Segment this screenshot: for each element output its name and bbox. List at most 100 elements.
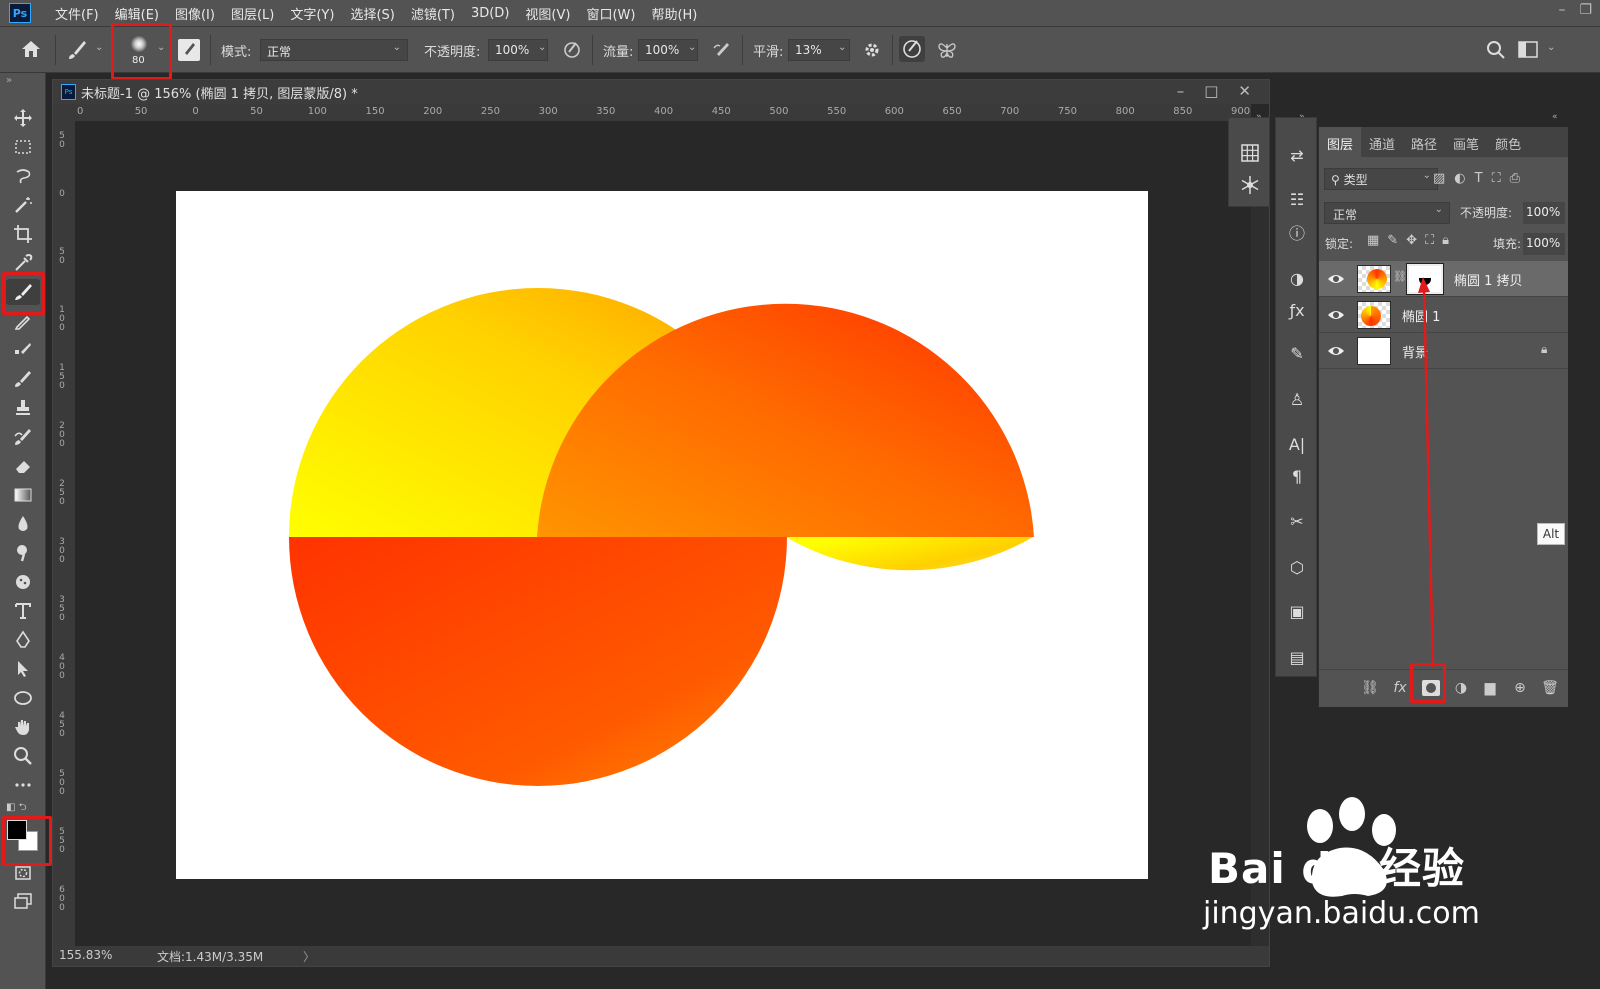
move-tool-icon[interactable] bbox=[6, 105, 40, 131]
tab-layers[interactable]: 图层 bbox=[1319, 127, 1362, 157]
dodge-tool-icon[interactable] bbox=[6, 540, 40, 566]
ellipse-tool-icon[interactable] bbox=[6, 685, 40, 711]
layer-opacity-input[interactable]: 100% bbox=[1523, 202, 1565, 224]
horizontal-ruler[interactable]: 0 50 0 50 100 150 200 250 300 350 400 450 500 550 600 6… bbox=[75, 104, 1251, 122]
timeline-icon[interactable]: ▣ bbox=[1284, 598, 1310, 624]
restore-icon[interactable]: ❐ bbox=[1579, 2, 1592, 18]
canvas-area[interactable] bbox=[75, 122, 1251, 946]
maximize-icon[interactable]: □ bbox=[1204, 82, 1218, 100]
vertical-scrollbar[interactable] bbox=[1251, 122, 1269, 946]
menu-edit[interactable]: 编辑(E) bbox=[107, 4, 167, 23]
pressure-size-icon[interactable] bbox=[899, 36, 925, 62]
chevron-down-icon[interactable]: ⌄ bbox=[95, 42, 103, 53]
search-icon[interactable] bbox=[1486, 40, 1506, 64]
chevron-down-icon[interactable]: ⌄ bbox=[157, 42, 165, 53]
zoom-tool-icon[interactable] bbox=[6, 743, 40, 769]
add-mask-icon[interactable] bbox=[1422, 680, 1440, 696]
clone-stamp-icon[interactable] bbox=[6, 337, 40, 363]
adjustment-layer-icon[interactable]: ◑ bbox=[1452, 680, 1470, 698]
gear-icon[interactable] bbox=[862, 40, 882, 64]
collapse-panel-icon[interactable]: « bbox=[1552, 112, 1558, 122]
menu-select[interactable]: 选择(S) bbox=[342, 4, 402, 23]
art-history-brush-icon[interactable] bbox=[6, 424, 40, 450]
history-icon[interactable]: ⇄ bbox=[1284, 142, 1310, 168]
adjustments-icon[interactable]: ◑ bbox=[1284, 265, 1310, 291]
paragraph-icon[interactable]: ¶ bbox=[1284, 463, 1310, 489]
eye-icon[interactable] bbox=[1327, 270, 1345, 288]
fill-input[interactable]: 100% bbox=[1523, 233, 1565, 255]
magic-wand-icon[interactable] bbox=[6, 192, 40, 218]
foreground-color-swatch-top[interactable] bbox=[7, 820, 27, 840]
airbrush-icon[interactable] bbox=[711, 40, 733, 64]
info-icon[interactable]: ⓘ bbox=[1284, 219, 1310, 245]
layer-name[interactable]: 椭圆 1 拷贝 bbox=[1454, 270, 1523, 289]
menu-image[interactable]: 图像(I) bbox=[167, 4, 223, 23]
lasso-tool-icon[interactable] bbox=[6, 163, 40, 189]
chevron-down-icon[interactable]: ⌄ bbox=[688, 42, 696, 53]
stamp-tool-icon[interactable] bbox=[6, 395, 40, 421]
tab-color[interactable]: 颜色 bbox=[1487, 127, 1529, 157]
mode-select[interactable]: 正常 ⌄ bbox=[260, 39, 408, 61]
eraser-tool-icon[interactable] bbox=[6, 453, 40, 479]
chevron-down-icon[interactable]: ⌄ bbox=[538, 42, 546, 53]
document-tab[interactable]: Ps 未标题-1 @ 156% (椭圆 1 拷贝, 图层蒙版/8) * – □ … bbox=[53, 80, 1269, 104]
layer-filter-select[interactable]: ⚲ 类型 ⌄ bbox=[1324, 168, 1438, 190]
folder-icon[interactable]: ▆ bbox=[1481, 680, 1499, 698]
chevron-right-icon[interactable]: 〉 bbox=[303, 948, 315, 965]
eye-icon[interactable] bbox=[1327, 306, 1345, 324]
brush-tool-preset-icon[interactable] bbox=[66, 39, 88, 65]
symmetry-butterfly-icon[interactable] bbox=[936, 40, 958, 64]
lock-icons[interactable]: ▦✎✥⛶🔒︎ bbox=[1367, 233, 1457, 248]
clone-source-icon[interactable]: ♙ bbox=[1284, 386, 1310, 412]
minimize-icon[interactable]: – bbox=[1177, 82, 1185, 100]
fx-icon[interactable]: fx bbox=[1391, 680, 1409, 698]
crop-tool-icon[interactable] bbox=[6, 221, 40, 247]
filter-icons[interactable]: ▨◐T⛶⎙ bbox=[1433, 171, 1529, 186]
vertical-ruler[interactable]: 5 0 0 5 0 1 0 0 1 5 0 2 0 0 2 5 0 3 0 0 3 5 0 4 0… bbox=[53, 122, 75, 946]
photoshop-logo[interactable]: Ps bbox=[9, 3, 31, 23]
tab-brushes[interactable]: 画笔 bbox=[1445, 127, 1487, 157]
expand-panel-icon[interactable]: » bbox=[6, 75, 12, 86]
snowflake-icon[interactable] bbox=[1237, 172, 1263, 198]
marquee-tool-icon[interactable] bbox=[6, 134, 40, 160]
layer-comps-icon[interactable]: ▤ bbox=[1284, 644, 1310, 670]
menu-filter[interactable]: 滤镜(T) bbox=[403, 4, 463, 23]
quick-mask-icon[interactable] bbox=[6, 860, 40, 886]
menu-3d[interactable]: 3D(D) bbox=[463, 6, 517, 21]
artboard[interactable] bbox=[176, 191, 1148, 879]
eyedropper-icon[interactable] bbox=[6, 250, 40, 276]
pen-tool-icon[interactable] bbox=[6, 627, 40, 653]
link-layers-icon[interactable]: ⛓ bbox=[1361, 680, 1379, 698]
character-icon[interactable]: A| bbox=[1284, 431, 1310, 457]
tab-paths[interactable]: 路径 bbox=[1403, 127, 1445, 157]
chevron-down-icon[interactable]: ⌄ bbox=[1547, 42, 1555, 53]
screen-mode-icon[interactable] bbox=[6, 888, 40, 914]
menu-layer[interactable]: 图层(L) bbox=[223, 4, 282, 23]
pressure-opacity-icon[interactable] bbox=[562, 40, 582, 64]
properties-icon[interactable]: ☷ bbox=[1284, 186, 1310, 212]
menu-window[interactable]: 窗口(W) bbox=[578, 4, 643, 23]
home-icon[interactable] bbox=[20, 39, 42, 63]
grid-icon[interactable] bbox=[1237, 140, 1263, 166]
path-selection-icon[interactable] bbox=[6, 656, 40, 682]
eye-icon[interactable] bbox=[1327, 342, 1345, 360]
trash-icon[interactable]: 🗑︎ bbox=[1541, 680, 1559, 698]
type-tool-icon[interactable] bbox=[6, 598, 40, 624]
new-layer-icon[interactable]: ⊕ bbox=[1511, 680, 1529, 698]
close-icon[interactable]: ✕ bbox=[1238, 82, 1251, 100]
default-colors-icon[interactable]: ◧ ⮌ bbox=[6, 800, 27, 817]
tab-channels[interactable]: 通道 bbox=[1361, 127, 1403, 157]
blur-tool-icon[interactable] bbox=[6, 511, 40, 537]
brush-tool-icon[interactable] bbox=[6, 279, 40, 305]
menu-file[interactable]: 文件(F) bbox=[47, 4, 107, 23]
menu-help[interactable]: 帮助(H) bbox=[643, 4, 705, 23]
chain-link-icon[interactable]: ⛓ bbox=[1393, 270, 1407, 283]
minimize-icon[interactable]: – bbox=[1558, 2, 1565, 18]
history-brush-icon[interactable] bbox=[6, 366, 40, 392]
zoom-level[interactable]: 155.83% bbox=[59, 948, 112, 962]
more-tools-icon[interactable] bbox=[6, 772, 40, 798]
pencil-tool-icon[interactable] bbox=[6, 308, 40, 334]
styles-icon[interactable]: ƒx bbox=[1284, 297, 1310, 323]
chevron-down-icon[interactable]: ⌄ bbox=[838, 42, 846, 53]
menu-type[interactable]: 文字(Y) bbox=[282, 4, 342, 23]
